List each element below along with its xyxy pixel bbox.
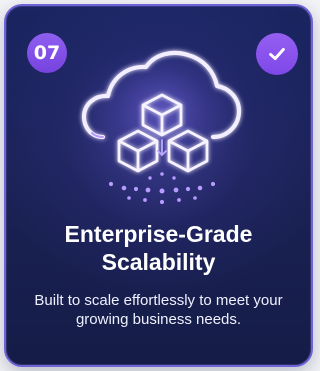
feature-title: Enterprise-Grade Scalability [6,220,311,276]
step-number-badge: 07 [27,33,67,73]
feature-description: Built to scale effortlessly to meet your… [34,292,283,328]
cloud-cubes-icon [81,50,242,205]
feature-title-line-1: Enterprise-Grade [64,221,253,247]
feature-title-line-2: Scalability [101,249,216,275]
completed-check-badge [256,33,298,75]
check-icon [269,47,285,61]
feature-card: 07 Enterprise-Grade Scalability Built to… [4,4,313,367]
